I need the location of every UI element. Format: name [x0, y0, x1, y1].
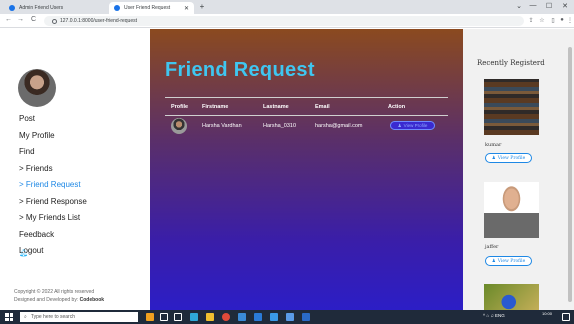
page-title: Friend Request [165, 59, 315, 81]
user-avatar [18, 69, 56, 107]
site-info-icon[interactable] [52, 18, 57, 24]
sidebar-item-my-profile[interactable]: My Profile [19, 128, 87, 145]
column-header-profile: Profile [171, 104, 189, 110]
user-icon: ♟ [491, 155, 496, 161]
title-divider [165, 97, 448, 98]
recently-registered-title: Recently Registerd [477, 59, 545, 67]
cortana-icon[interactable] [146, 313, 154, 321]
recent-user-name: jaffer [485, 244, 499, 250]
taskbar-search-placeholder: Type here to search [30, 314, 76, 320]
recent-user-image [484, 284, 539, 310]
system-tray[interactable]: ^ ⌂ ♫ ENG [483, 313, 505, 318]
cell-firstname: Harsha Vardhan [202, 123, 242, 129]
file-explorer-icon[interactable] [206, 313, 214, 321]
tab-search-icon[interactable]: ⌄ [514, 2, 524, 10]
scrollbar-thumb[interactable] [568, 47, 572, 302]
taskbar-clock[interactable]: 10:00 [538, 311, 556, 316]
view-profile-button[interactable]: ♟ View Profile [485, 256, 532, 266]
sidebar-item-my-friends-list[interactable]: > My Friends List [19, 210, 87, 227]
copyright-line: Copyright © 2022 All rights reserved [14, 289, 95, 295]
notification-center-icon[interactable] [562, 313, 570, 321]
vscode-icon[interactable] [254, 313, 262, 321]
site-favicon-icon [114, 5, 120, 11]
sidebar-item-friends[interactable]: > Friends [19, 161, 87, 178]
recent-user-image [484, 182, 539, 238]
cell-email: harsha@gmail.com [315, 123, 363, 129]
sidebar-item-friend-response[interactable]: > Friend Response [19, 194, 87, 211]
column-header-email: Email [315, 104, 330, 110]
column-header-action: Action [388, 104, 406, 110]
side-panel-icon[interactable]: ▯ [549, 17, 557, 24]
maximize-icon[interactable]: ☐ [544, 2, 554, 10]
windows-taskbar: ⌕ Type here to search ^ ⌂ ♫ ENG 10:00 [0, 310, 574, 324]
designed-by-prefix: Designed and Developed by: [14, 297, 80, 303]
sidebar-item-post[interactable]: Post [19, 111, 87, 128]
minimize-icon[interactable]: — [528, 2, 538, 9]
store-icon[interactable] [238, 313, 246, 321]
url-text: 127.0.0.1:8000/user-friend-request [60, 18, 137, 24]
share-icon[interactable]: ⇪ [527, 17, 535, 24]
left-sidebar: Post My Profile Find > Friends > Friend … [0, 29, 150, 310]
user-icon: ♟ [397, 122, 402, 128]
sidebar-menu: Post My Profile Find > Friends > Friend … [19, 111, 87, 260]
sidebar-item-friend-request[interactable]: > Friend Request [19, 177, 87, 194]
tab-title: Admin Friend Users [19, 5, 64, 11]
recently-registered-panel: Recently Registerd kumar ♟ View Profile … [463, 29, 566, 310]
recent-user-name: kumar [485, 142, 502, 148]
friend-avatar [171, 118, 187, 134]
site-favicon-icon [9, 5, 15, 11]
new-tab-button[interactable]: + [197, 2, 207, 11]
designed-by-line: Designed and Developed by: Codebook [14, 296, 104, 304]
tab-close-icon[interactable]: ✕ [184, 5, 189, 12]
view-profile-label: View Profile [497, 155, 526, 161]
view-profile-button[interactable]: ♟ View Profile [485, 153, 532, 163]
view-profile-label: View Profile [403, 123, 428, 128]
view-profile-button[interactable]: ♟ View Profile [390, 121, 435, 130]
table-row: Harsha Vardhan Harsha_0310 harsha@gmail.… [165, 118, 448, 136]
photos-icon[interactable] [286, 313, 294, 321]
mail-icon[interactable] [270, 313, 278, 321]
tab-title: User Friend Request [124, 5, 171, 11]
page-viewport: Post My Profile Find > Friends > Friend … [0, 29, 574, 310]
recent-user-image [484, 79, 539, 135]
reload-icon[interactable]: C [29, 16, 38, 23]
back-arrow-icon[interactable]: ← [4, 16, 13, 23]
cell-lastname: Harsha_0310 [263, 123, 297, 129]
forward-arrow-icon[interactable]: → [16, 16, 25, 23]
task-view-icon[interactable] [174, 313, 182, 321]
close-window-icon[interactable]: ✕ [560, 2, 570, 10]
copyright-footer: Copyright © 2022 All rights reserved Des… [14, 288, 104, 304]
bookmark-star-icon[interactable]: ☆ [538, 17, 546, 24]
address-bar[interactable]: 127.0.0.1:8000/user-friend-request [44, 16, 524, 26]
user-icon: ♟ [491, 258, 496, 264]
view-profile-label: View Profile [497, 258, 526, 264]
friend-request-panel: Friend Request Profile Firstname Lastnam… [150, 29, 463, 310]
brand-name: Codebook [79, 297, 105, 303]
sidebar-item-find[interactable]: Find [19, 144, 87, 161]
browser-tab-strip: Admin Friend Users ✕ User Friend Request… [0, 0, 574, 14]
browser-tab-user-friend-request[interactable]: User Friend Request ✕ [109, 2, 194, 14]
search-taskbar-icon[interactable] [160, 313, 168, 321]
taskbar-search-box[interactable]: ⌕ Type here to search [20, 312, 138, 322]
browser-menu-icon[interactable]: ⋮ [566, 17, 574, 24]
sidebar-item-feedback[interactable]: Feedback [19, 227, 87, 244]
windows-start-icon[interactable] [5, 313, 13, 321]
header-divider [165, 115, 448, 116]
edge-icon[interactable] [190, 313, 198, 321]
word-icon[interactable] [302, 313, 310, 321]
table-header: Profile Firstname Lastname Email Action [165, 101, 448, 113]
browser-toolbar: ← → C 127.0.0.1:8000/user-friend-request… [0, 14, 574, 28]
column-header-firstname: Firstname [202, 104, 229, 110]
chrome-icon[interactable] [222, 313, 230, 321]
column-header-lastname: Lastname [263, 104, 289, 110]
profile-icon[interactable]: ● [558, 17, 566, 23]
sidebar-item-logout[interactable]: Logout [19, 243, 87, 260]
notification-bell-icon[interactable]: 🔔︎ [19, 249, 28, 257]
search-icon: ⌕ [24, 314, 27, 320]
